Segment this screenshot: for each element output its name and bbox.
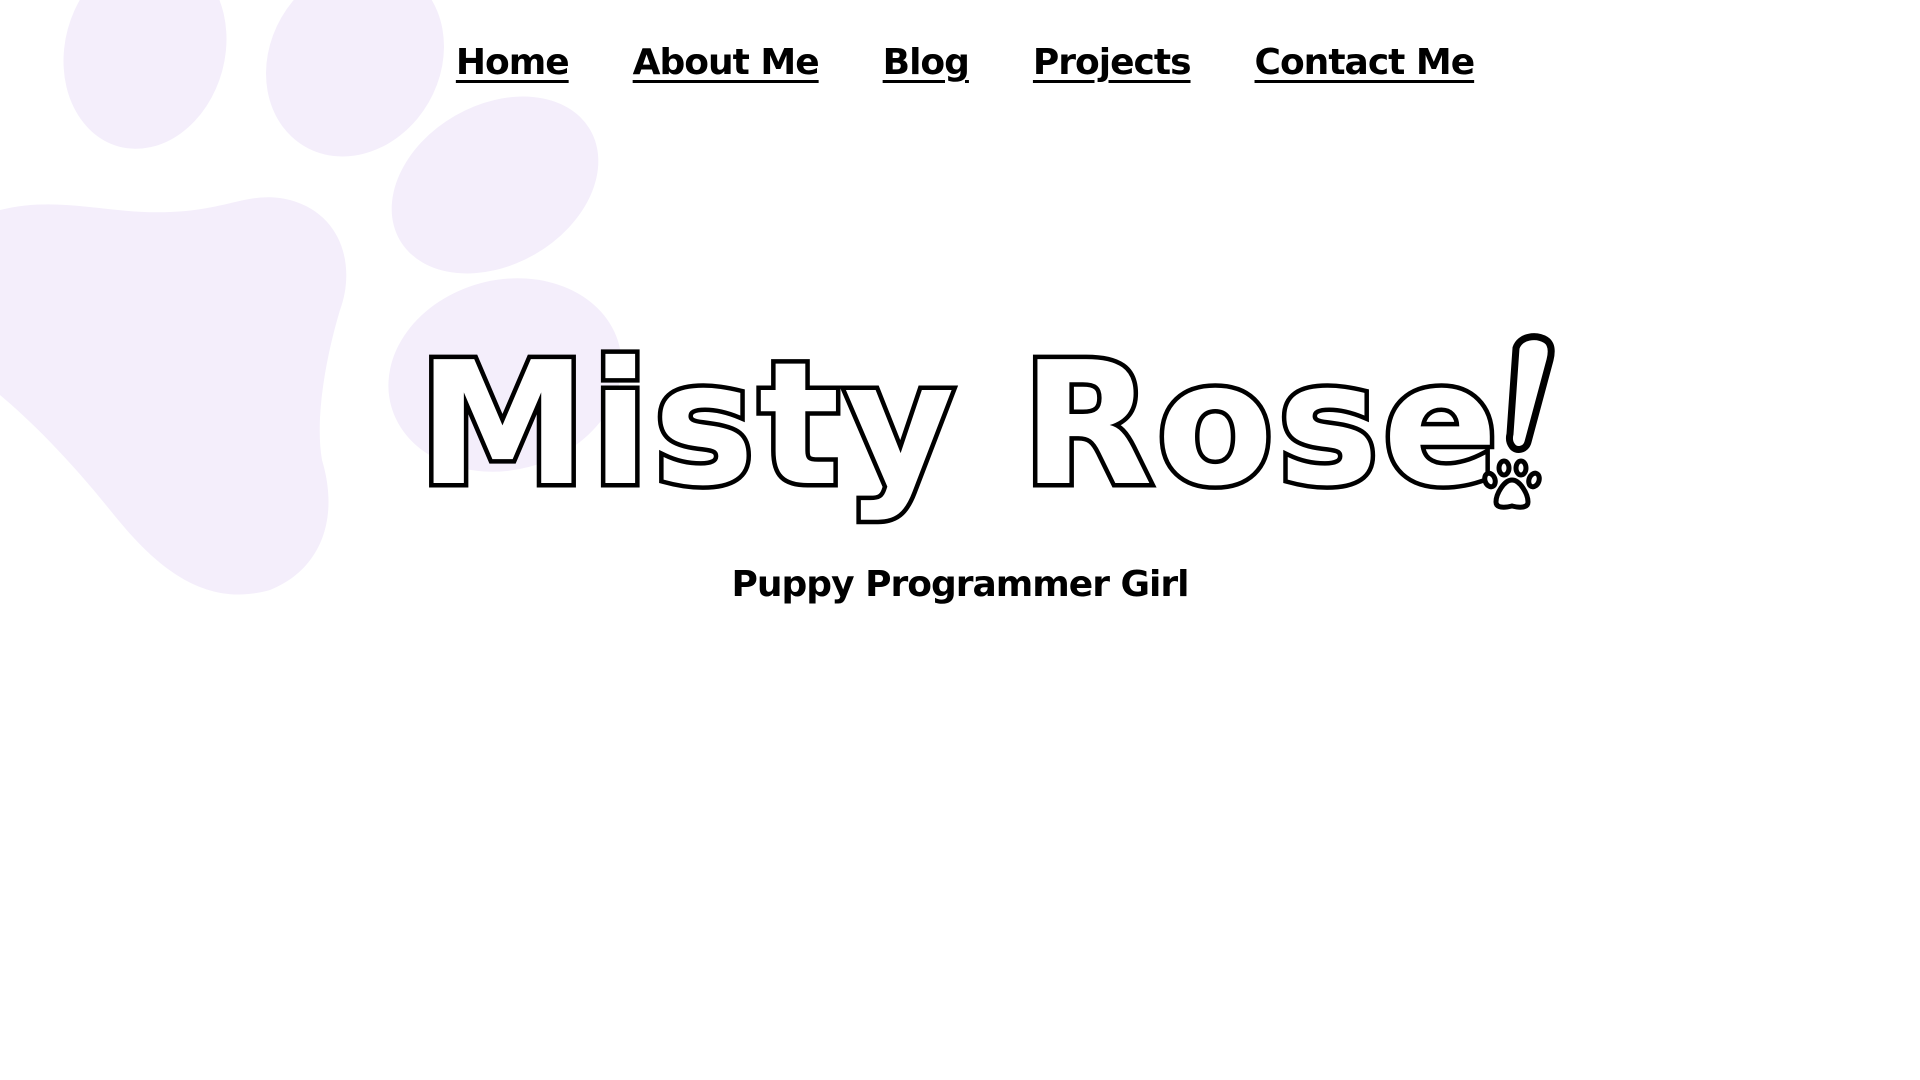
tagline: Puppy Programmer Girl	[731, 564, 1190, 605]
nav-link-projects[interactable]: Projects	[1033, 38, 1192, 88]
page: Home About Me Blog Projects Contact Me M…	[0, 0, 1920, 1080]
nav-link-contact-me[interactable]: Contact Me	[1255, 38, 1476, 88]
nav-link-home[interactable]: Home	[456, 38, 570, 88]
nav-link-blog[interactable]: Blog	[883, 38, 970, 88]
hero: Misty Rose Puppy Programmer Girl	[0, 326, 1920, 605]
nav-link-about-me[interactable]: About Me	[633, 38, 820, 88]
hero-title-wrap: Misty Rose	[413, 326, 1555, 524]
main-nav: Home About Me Blog Projects Contact Me	[0, 38, 1920, 88]
exclamation-paw-icon	[1482, 333, 1555, 510]
page-title: Misty Rose	[413, 326, 1503, 524]
